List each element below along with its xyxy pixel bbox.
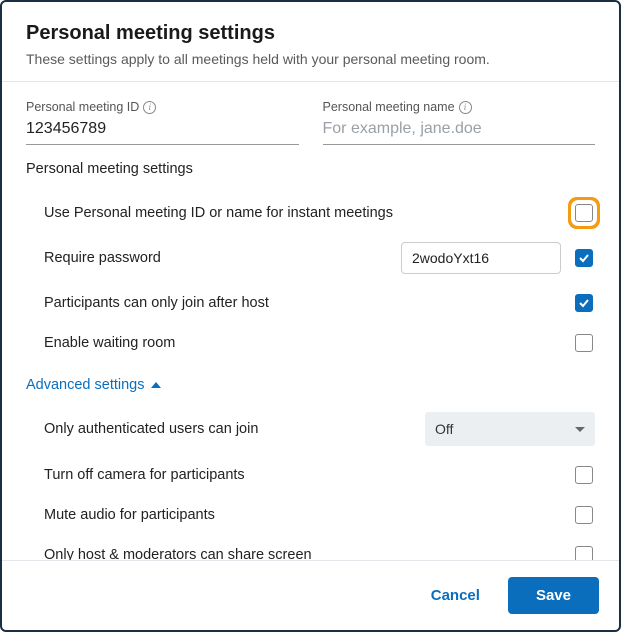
meeting-name-label: Personal meeting name i xyxy=(323,100,596,114)
turn-off-camera-checkbox[interactable] xyxy=(575,466,593,484)
auth-users-row: Only authenticated users can join Off xyxy=(26,403,595,455)
info-icon[interactable]: i xyxy=(459,101,472,114)
chevron-down-icon xyxy=(575,427,585,432)
turn-off-camera-row: Turn off camera for participants xyxy=(26,455,595,495)
waiting-room-checkbox[interactable] xyxy=(575,334,593,352)
auth-users-select-value: Off xyxy=(435,421,453,437)
cancel-button[interactable]: Cancel xyxy=(421,579,490,612)
waiting-room-row: Enable waiting room xyxy=(26,323,595,363)
require-password-row: Require password xyxy=(26,233,595,283)
save-button[interactable]: Save xyxy=(508,577,599,614)
mute-audio-row: Mute audio for participants xyxy=(26,495,595,535)
use-pm-id-label: Use Personal meeting ID or name for inst… xyxy=(44,205,575,221)
dialog-title: Personal meeting settings xyxy=(26,22,595,45)
use-pm-id-checkbox[interactable] xyxy=(575,204,593,222)
mute-audio-label: Mute audio for participants xyxy=(44,507,575,523)
dialog-footer: Cancel Save xyxy=(2,560,619,630)
dialog-body: Personal meeting ID i Personal meeting n… xyxy=(2,82,619,560)
meeting-id-label-text: Personal meeting ID xyxy=(26,100,139,114)
host-share-row: Only host & moderators can share screen xyxy=(26,535,595,560)
turn-off-camera-label: Turn off camera for participants xyxy=(44,467,575,483)
advanced-settings-label: Advanced settings xyxy=(26,377,145,393)
waiting-room-label: Enable waiting room xyxy=(44,335,575,351)
meeting-name-input[interactable] xyxy=(323,116,596,145)
join-after-host-checkbox[interactable] xyxy=(575,294,593,312)
meeting-id-label: Personal meeting ID i xyxy=(26,100,299,114)
meeting-id-input[interactable] xyxy=(26,116,299,145)
require-password-checkbox[interactable] xyxy=(575,249,593,267)
caret-up-icon xyxy=(151,382,161,388)
personal-meeting-settings-dialog: Personal meeting settings These settings… xyxy=(0,0,621,632)
meeting-id-field: Personal meeting ID i xyxy=(26,100,299,145)
require-password-label: Require password xyxy=(44,250,401,266)
meeting-name-label-text: Personal meeting name xyxy=(323,100,455,114)
info-icon[interactable]: i xyxy=(143,101,156,114)
use-pm-id-row: Use Personal meeting ID or name for inst… xyxy=(26,193,595,233)
host-share-checkbox[interactable] xyxy=(575,546,593,560)
meeting-name-field: Personal meeting name i xyxy=(323,100,596,145)
auth-users-select[interactable]: Off xyxy=(425,412,595,446)
advanced-settings-toggle[interactable]: Advanced settings xyxy=(26,363,595,403)
join-after-host-label: Participants can only join after host xyxy=(44,295,575,311)
dialog-subtitle: These settings apply to all meetings hel… xyxy=(26,51,595,67)
id-name-row: Personal meeting ID i Personal meeting n… xyxy=(26,100,595,145)
mute-audio-checkbox[interactable] xyxy=(575,506,593,524)
dialog-header: Personal meeting settings These settings… xyxy=(2,2,619,82)
password-input[interactable] xyxy=(401,242,561,274)
host-share-label: Only host & moderators can share screen xyxy=(44,547,575,560)
auth-users-label: Only authenticated users can join xyxy=(44,421,425,437)
join-after-host-row: Participants can only join after host xyxy=(26,283,595,323)
settings-section-label: Personal meeting settings xyxy=(26,161,595,177)
